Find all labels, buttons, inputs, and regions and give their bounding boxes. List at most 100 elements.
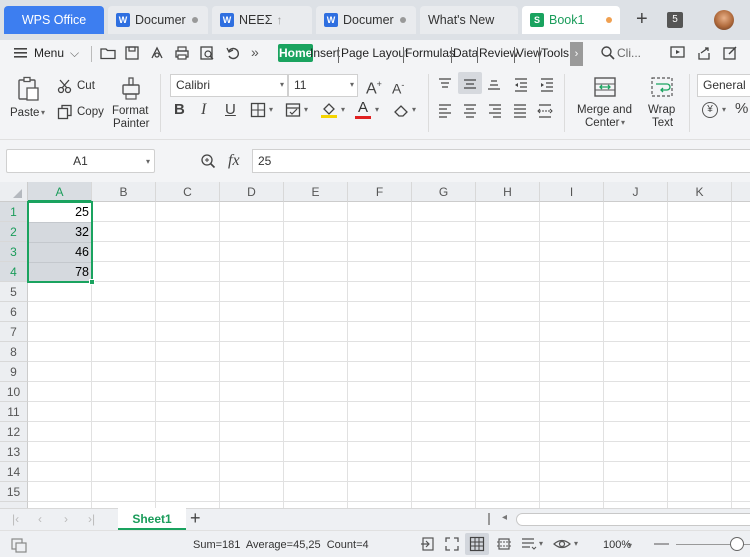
tab-wps-office[interactable]: WPS Office [4,6,104,34]
paste-clipboard-icon[interactable] [15,76,41,105]
bold-button[interactable]: B [174,102,185,118]
previous-sheet-icon[interactable]: ‹ [38,512,42,526]
number-format-select[interactable]: General [697,74,750,97]
search-command-field[interactable]: Cli... [617,46,641,60]
export-icon[interactable] [149,45,165,64]
column-header-a[interactable]: A [28,182,92,202]
paste-button[interactable]: Paste [10,107,39,120]
more-tabs-chevron-icon[interactable]: › [570,42,583,66]
tab-count-badge[interactable]: 5 [667,12,683,28]
user-avatar[interactable] [714,10,734,30]
name-box[interactable]: A1 [6,149,155,173]
cut-button[interactable]: Cut [77,80,95,93]
align-top-icon[interactable] [437,76,453,95]
column-header-f[interactable]: F [348,182,412,202]
tab-page-layout[interactable]: Page Layout [341,46,408,60]
chevron-down-icon[interactable]: ▾ [574,539,578,548]
row-header-14[interactable]: 14 [0,462,28,482]
more-quick-tools-icon[interactable]: » [251,44,259,60]
justify-icon[interactable] [512,102,528,121]
merge-cells-icon[interactable] [593,75,617,102]
row-header-11[interactable]: 11 [0,402,28,422]
decrease-indent-icon[interactable] [513,76,529,95]
horizontal-scrollbar[interactable] [516,513,750,526]
row-header-15[interactable]: 15 [0,482,28,502]
chevron-down-icon[interactable]: ▾ [341,105,345,114]
tab-tools[interactable]: Tools [541,46,569,60]
search-icon[interactable] [600,45,616,64]
increase-indent-icon[interactable] [539,76,555,95]
save-icon[interactable] [124,45,140,64]
underline-button[interactable]: U [225,102,236,118]
borders-icon[interactable] [250,102,266,121]
currency-format-icon[interactable]: ¥ [702,102,718,118]
copy-icon[interactable] [57,104,73,123]
sheet-tab-sheet1[interactable]: Sheet1 [118,508,186,530]
font-name-select[interactable]: Calibri [170,74,288,97]
insert-function-button[interactable]: fx [228,152,240,170]
chevron-down-icon[interactable]: ▾ [280,80,284,89]
fill-handle[interactable] [89,279,95,285]
column-header-i[interactable]: I [540,182,604,202]
column-header-h[interactable]: H [476,182,540,202]
column-header-l[interactable] [732,182,750,202]
eye-protection-icon[interactable] [553,536,571,555]
merge-label-line2[interactable]: Center [585,117,620,130]
tab-document-3[interactable]: W Documer [316,6,416,34]
distributed-align-icon[interactable] [537,102,553,121]
column-header-e[interactable]: E [284,182,348,202]
chevron-down-icon[interactable]: ▾ [412,105,416,114]
first-sheet-icon[interactable]: |‹ [12,512,19,526]
tab-data[interactable]: Data [453,46,478,60]
chevron-down-icon[interactable]: ▾ [621,116,625,129]
add-sheet-button[interactable]: + [190,508,201,529]
cell-style-icon[interactable] [285,102,301,121]
undo-icon[interactable] [225,45,241,64]
tab-document-1[interactable]: W Documer [108,6,208,34]
column-header-g[interactable]: G [412,182,476,202]
main-menu-button[interactable]: Menu [34,46,64,60]
eraser-icon[interactable] [393,102,409,121]
column-header-k[interactable]: K [668,182,732,202]
chevron-down-icon[interactable]: ▾ [269,105,273,114]
select-all-corner[interactable] [0,182,28,202]
align-middle-button[interactable] [458,72,482,94]
chevron-down-icon[interactable]: ⌵ [70,46,79,61]
page-layout-view-icon[interactable] [520,536,538,555]
scroll-left-icon[interactable]: ◂ [502,512,507,523]
font-color-icon[interactable]: A [355,100,371,119]
chevron-down-icon[interactable]: ▾ [375,105,379,114]
tab-insert[interactable]: Insert [310,46,340,60]
font-size-select[interactable]: 11 [288,74,358,97]
align-center-icon[interactable] [462,102,478,121]
increase-font-size-icon[interactable]: A+ [366,76,382,97]
wrap-text-icon[interactable] [650,75,674,102]
open-folder-icon[interactable] [100,45,116,64]
column-header-j[interactable]: J [604,182,668,202]
align-bottom-icon[interactable] [486,76,502,95]
paste-dropdown-icon[interactable]: ▾ [41,106,45,119]
tab-book1[interactable]: S Book1 [522,6,620,34]
share-icon[interactable] [696,45,712,64]
freeze-icon[interactable] [420,536,436,555]
format-painter-label-line1[interactable]: Format [112,105,148,118]
row-header-12[interactable]: 12 [0,422,28,442]
tab-whats-new[interactable]: What's New [420,6,518,34]
page-break-view-icon[interactable] [496,536,512,555]
row-header-7[interactable]: 7 [0,322,28,342]
italic-button[interactable]: I [201,102,206,118]
column-header-d[interactable]: D [220,182,284,202]
zoom-out-button[interactable]: — [654,536,669,551]
chevron-down-icon[interactable]: ▾ [304,105,308,114]
row-header-10[interactable]: 10 [0,382,28,402]
chevron-down-icon[interactable]: ▾ [146,157,150,166]
last-sheet-icon[interactable]: ›| [88,512,95,526]
row-header-6[interactable]: 6 [0,302,28,322]
percent-format-icon[interactable]: % [735,100,748,117]
row-header-9[interactable]: 9 [0,362,28,382]
tab-formulas[interactable]: Formulas [405,46,455,60]
scissors-icon[interactable] [57,78,73,97]
align-left-icon[interactable] [437,102,453,121]
align-right-icon[interactable] [487,102,503,121]
column-header-b[interactable]: B [92,182,156,202]
